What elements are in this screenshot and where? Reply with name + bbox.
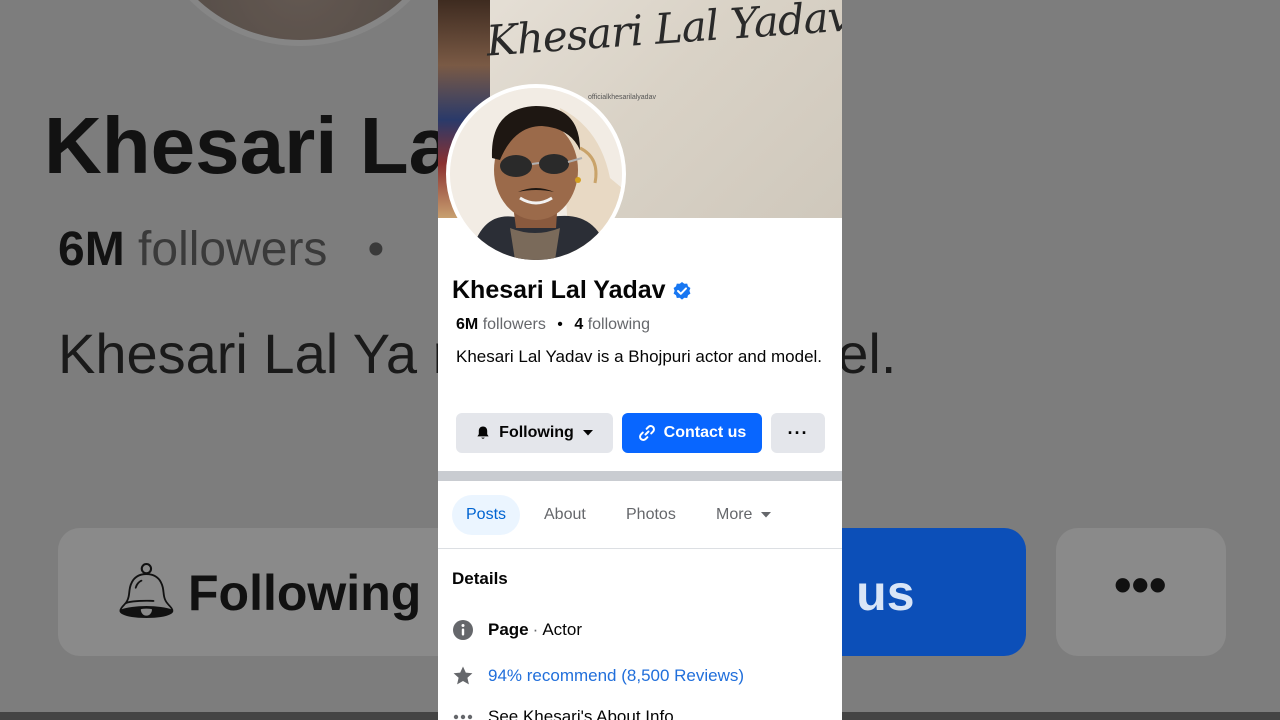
background-bell-icon: 🔔︎ [112,561,181,621]
background-following-label: Following [188,565,422,621]
profile-screen: Khesari Lal Yadav officialkhesarilalyada… [438,0,842,720]
following-label[interactable]: following [588,316,650,333]
contact-us-label: Contact us [663,424,747,441]
caret-down-icon [761,512,772,518]
tab-posts[interactable]: Posts [452,495,521,535]
tab-about[interactable]: About [544,495,586,535]
following-count[interactable]: 4 [574,316,583,333]
tab-photos[interactable]: Photos [626,495,676,535]
followers-count[interactable]: 6M [456,316,478,333]
link-icon [638,425,655,441]
profile-tabs: Posts About Photos More [438,481,842,549]
background-more-glyph: ••• [1114,557,1167,613]
contact-us-button[interactable]: Contact us [622,413,762,453]
cover-handle: officialkhesarilalyadav [588,94,656,101]
avatar-portrait [450,88,622,260]
page-category: Actor [542,620,582,639]
details-page-category: Page · Actor [452,619,582,641]
recommend-text[interactable]: 94% recommend (8,500 Reviews) [488,666,744,686]
tab-more-label: More [716,506,753,523]
background-followers-word: followers [138,223,328,276]
background-avatar [150,0,450,40]
more-options-button[interactable]: ··· [771,413,825,453]
bell-icon [477,426,489,439]
cover-signature: Khesari Lal Yadav [484,0,842,66]
profile-avatar[interactable] [446,84,626,264]
star-icon [452,665,474,687]
details-about-info[interactable]: See Khesari's About Info [452,706,674,720]
details-heading: Details [452,569,508,588]
following-button-label: Following [499,424,574,441]
about-info-text[interactable]: See Khesari's About Info [488,707,674,720]
tab-photos-label: Photos [626,506,676,523]
section-divider [438,471,842,481]
background-name: Khesari La [44,101,454,190]
profile-stats: 6M followers • 4 following [456,316,650,333]
profile-name-row: Khesari Lal Yadav [452,276,692,305]
followers-label[interactable]: followers [483,316,546,333]
details-recommend[interactable]: 94% recommend (8,500 Reviews) [452,665,744,687]
tab-about-label: About [544,506,586,523]
page-label: Page [488,620,529,639]
profile-name: Khesari Lal Yadav [452,276,666,304]
background-followers-count: 6M [58,223,125,276]
verified-badge-icon [673,281,690,300]
tab-posts-label: Posts [466,506,507,523]
info-icon [452,619,474,641]
ellipsis-icon [452,706,474,720]
background-more-button: ••• [1056,528,1226,656]
tab-more[interactable]: More [716,495,772,535]
following-button[interactable]: Following [456,413,613,453]
background-stats: 6M followers • [58,223,385,276]
profile-bio: Khesari Lal Yadav is a Bhojpuri actor an… [456,347,823,366]
caret-down-icon [582,430,593,436]
more-options-icon: ··· [787,422,809,443]
background-following-button: 🔔︎ Following [58,528,478,656]
